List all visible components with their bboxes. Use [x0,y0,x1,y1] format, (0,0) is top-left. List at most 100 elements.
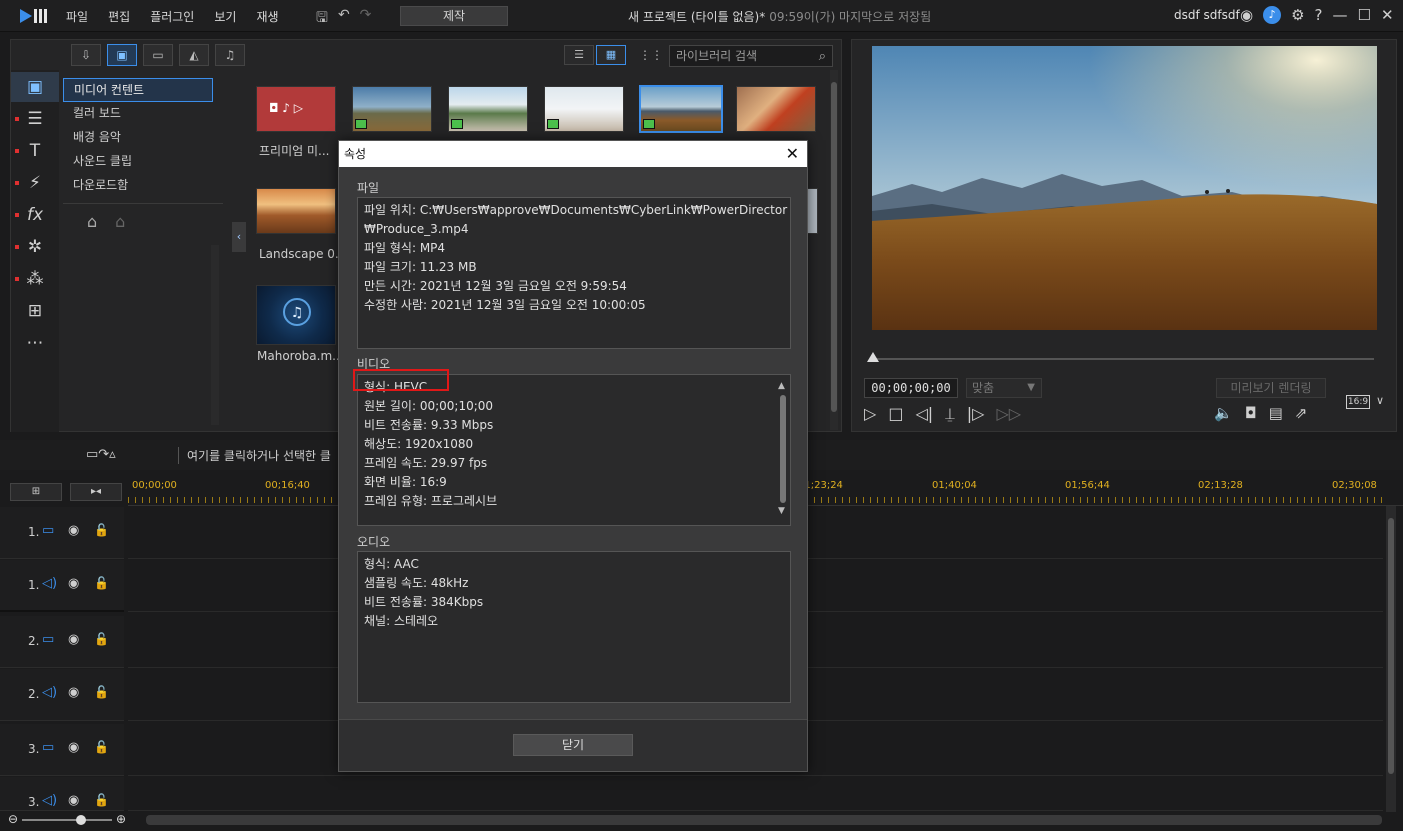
bell-icon[interactable]: ♪ [1263,6,1282,24]
save-icon[interactable]: 🖫 [316,7,328,31]
eye-icon[interactable]: ◉ [68,740,79,755]
lock-icon[interactable]: 🔓 [94,632,109,646]
track-header-video-2[interactable]: 2. ▭ ◉ 🔓 [0,616,124,668]
close-icon[interactable]: ✕ [1381,6,1394,24]
effect-room-icon[interactable]: fx [11,200,59,230]
maximize-icon[interactable]: ☐ [1358,6,1371,24]
eye-icon[interactable]: ◉ [68,523,79,538]
stop-icon[interactable]: □ [888,404,903,424]
lock-icon[interactable]: 🔓 [94,576,109,590]
grid-view-icon[interactable]: ▦ [596,45,626,65]
track-header-video-1[interactable]: 1. ▭ ◉ 🔓 [0,507,124,559]
video-thumb-selected[interactable] [639,85,723,133]
previous-frame-icon[interactable]: ◁| [915,404,933,424]
remove-tag-icon[interactable]: ⌂ [115,212,125,231]
lock-icon[interactable]: 🔓 [94,685,109,699]
particle-room-icon[interactable]: ⁂ [11,264,59,294]
menu-playback[interactable]: 재생 [256,8,278,25]
track-header-audio-2[interactable]: 2. ◁) ◉ 🔓 [0,669,124,721]
track-header-audio-1[interactable]: 1. ◁) ◉ 🔓 [0,560,124,612]
menu-file[interactable]: 파일 [66,8,88,25]
add-tag-icon[interactable]: ⌂ [87,212,97,231]
image-filter-icon[interactable]: ◭ [179,44,209,66]
video-thumb-2[interactable] [448,86,528,132]
undo-icon[interactable]: ↶ [338,7,350,31]
render-preview-button[interactable]: 미리보기 렌더링 [1216,378,1326,398]
folder-media-content[interactable]: 미디어 컨텐트 [63,78,213,102]
eye-icon[interactable]: ◉ [68,632,79,647]
video-thumb-3[interactable] [544,86,624,132]
minimize-icon[interactable]: — [1333,6,1348,24]
pip-room-icon[interactable]: ✲ [11,232,59,262]
account-icon[interactable]: ◉ [1240,6,1253,24]
more-rooms-icon[interactable]: ⋯ [11,328,59,358]
folder-color-board[interactable]: 컬러 보드 [63,102,213,126]
premium-media-thumb[interactable]: ◘ ♪ ▷ [256,86,336,132]
clip-tools-icon[interactable]: ▭↷▵ [86,447,116,462]
track-header-video-3[interactable]: 3. ▭ ◉ 🔓 [0,724,124,776]
timeline-vertical-scrollbar[interactable] [1386,506,1396,812]
next-frame-icon[interactable]: |▷ [967,404,985,424]
undock-icon[interactable]: ⇗ [1295,404,1308,422]
produce-button[interactable]: 제작 [400,6,508,26]
chevron-down-icon[interactable]: ∨ [1376,394,1384,407]
snapshot-icon[interactable]: ◘ [1245,404,1257,422]
video-info-scroll-thumb[interactable] [780,395,786,503]
lock-icon[interactable]: 🔓 [94,740,109,754]
play-icon[interactable]: ▷ [864,404,876,424]
list-view-icon[interactable]: ☰ [564,45,594,65]
close-icon[interactable]: ✕ [786,141,799,167]
timeline-vscroll-thumb[interactable] [1388,518,1394,774]
folder-sound-clips[interactable]: 사운드 클립 [63,150,213,174]
track-lane[interactable] [128,777,1383,811]
playhead-marker[interactable] [867,352,879,362]
subtitle-room-icon[interactable]: ⊞ [11,296,59,326]
scroll-down-icon[interactable]: ▼ [778,502,785,521]
library-scroll-thumb[interactable] [831,82,837,412]
gear-icon[interactable]: ⚙ [1291,6,1304,24]
lock-icon[interactable]: 🔓 [94,793,109,807]
title-room-icon[interactable]: ☰ [11,104,59,134]
volume-icon[interactable]: 🔈 [1214,404,1233,422]
eye-icon[interactable]: ◉ [68,576,79,591]
lock-icon[interactable]: 🔓 [94,523,109,537]
video-filter-icon[interactable]: ▭ [143,44,173,66]
preview-seek-bar[interactable] [872,358,1374,360]
eye-icon[interactable]: ◉ [68,793,79,808]
audio-filter-icon[interactable]: ♫ [215,44,245,66]
timeline-horizontal-scrollbar[interactable] [146,815,1382,825]
media-room-icon[interactable]: ▣ [11,72,59,102]
media-tab-icon[interactable]: ▣ [107,44,137,66]
eye-icon[interactable]: ◉ [68,685,79,700]
zoom-out-icon[interactable]: ⊖ [8,812,18,826]
search-icon[interactable]: ⌕ [819,47,826,67]
folder-scrollbar[interactable] [211,245,219,425]
collapse-panel-icon[interactable]: ‹ [232,222,246,252]
landscape-thumb[interactable] [256,188,336,234]
redo-icon[interactable]: ↷ [360,7,372,31]
image-thumb-food[interactable] [736,86,816,132]
transition-room-icon[interactable]: ⚡ [11,168,59,198]
timecode-display[interactable]: 00;00;00;00 [864,378,958,398]
close-button[interactable]: 닫기 [513,734,633,756]
track-header-audio-3[interactable]: 3. ◁) ◉ 🔓 [0,777,124,811]
fast-forward-icon[interactable]: ▷▷ [996,404,1021,424]
zoom-track[interactable] [22,819,112,821]
menu-view[interactable]: 보기 [214,8,236,25]
scroll-up-icon[interactable]: ▲ [778,377,785,396]
zoom-knob[interactable] [76,815,86,825]
split-icon[interactable]: ⍊ [945,404,955,424]
folder-downloads[interactable]: 다운로드함 [63,174,213,198]
zoom-in-icon[interactable]: ⊕ [116,812,126,826]
text-room-icon[interactable]: T [11,136,59,166]
menu-edit[interactable]: 편집 [108,8,130,25]
user-name[interactable]: dsdf sdfsdf [1174,8,1240,22]
menu-plugins[interactable]: 플러그인 [150,8,194,25]
library-scrollbar[interactable] [830,70,838,430]
library-search-input[interactable]: 라이브러리 검색 ⌕ [669,45,833,67]
music-thumb[interactable]: ♫ [256,285,336,345]
help-icon[interactable]: ? [1315,6,1323,24]
video-info-scrollbar[interactable]: ▲ ▼ [778,377,788,521]
fit-select[interactable]: 맞춤 ▼ [966,378,1042,398]
folder-background-music[interactable]: 배경 음악 [63,126,213,150]
